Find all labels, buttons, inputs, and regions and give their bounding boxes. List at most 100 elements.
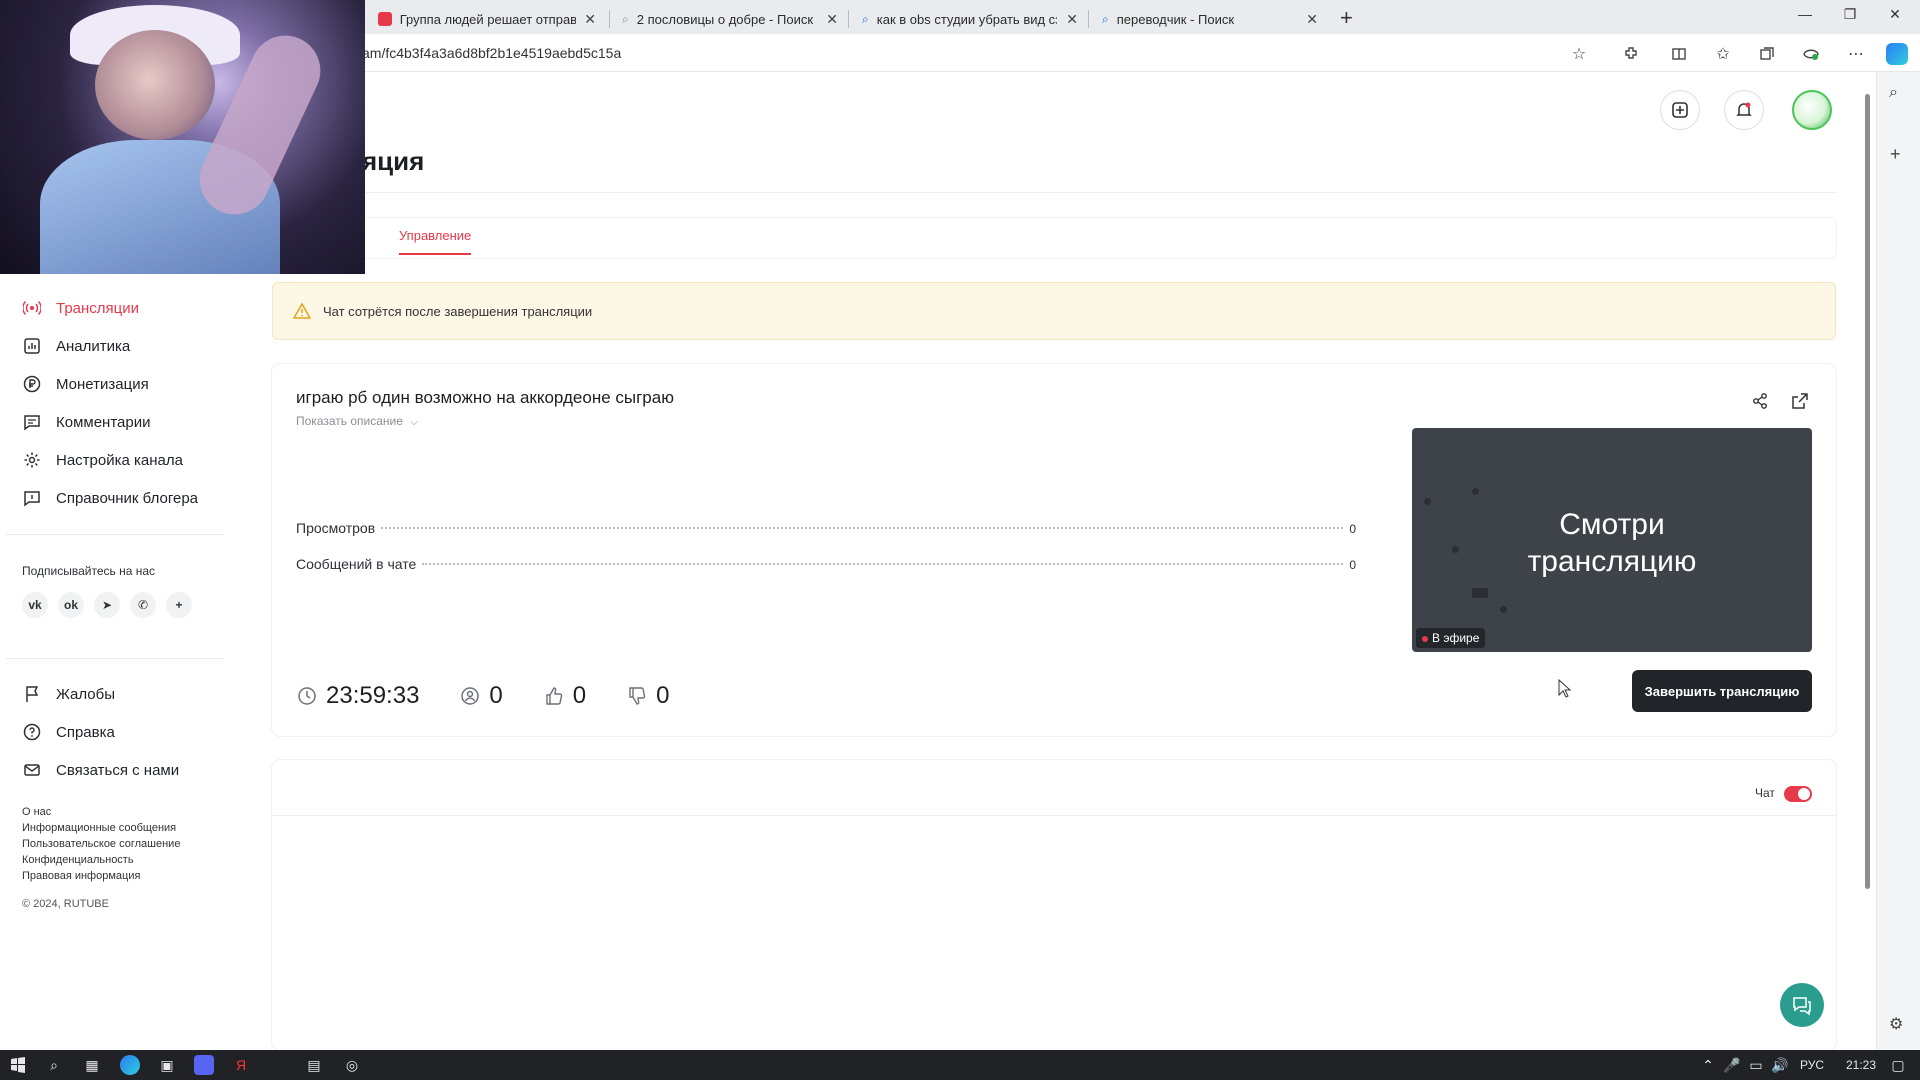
sidebar-item-label: Комментарии xyxy=(56,413,151,431)
search-icon[interactable]: ⌕ xyxy=(44,1055,64,1075)
sidebar-item-label: Справочник блогера xyxy=(56,489,199,507)
notifications-icon[interactable]: ▢ xyxy=(1888,1055,1908,1075)
sidebar-item-label: Аналитика xyxy=(56,337,131,355)
thumbs-down-icon xyxy=(626,685,648,707)
bell-icon xyxy=(1736,102,1752,116)
browser-tab[interactable]: Группа людей решает отправ ✕ xyxy=(368,4,606,34)
yandex-icon[interactable]: Я xyxy=(231,1055,251,1075)
tab-title: как в obs студии убрать вид сза xyxy=(876,11,1057,27)
settings-gear-icon[interactable]: ⚙ xyxy=(1889,1014,1903,1034)
show-description-link[interactable]: Показать описание ⌵ xyxy=(296,414,418,428)
search-icon: ⌕ xyxy=(622,11,629,26)
sidebar-item-comments[interactable]: Комментарии xyxy=(22,412,150,432)
new-tab-icon[interactable]: + xyxy=(1340,5,1353,31)
browser-tab[interactable]: ⌕ 2 пословицы о добре - Поиск ✕ xyxy=(612,4,848,34)
ruble-icon xyxy=(22,374,42,394)
obs-icon[interactable]: ◎ xyxy=(342,1055,362,1075)
chat-bubble-icon xyxy=(1793,997,1811,1016)
tab-title: переводчик - Поиск xyxy=(1116,11,1235,27)
sidebar-item-complaints[interactable]: Жалобы xyxy=(22,684,115,704)
info-icon xyxy=(22,488,42,508)
tab-management[interactable]: Управление xyxy=(399,228,472,255)
share-icon[interactable] xyxy=(1749,390,1771,412)
volume-icon[interactable]: 🔊 xyxy=(1770,1055,1790,1075)
vk-icon[interactable]: vk xyxy=(22,592,48,618)
sidebar-item-label: Связаться с нами xyxy=(56,761,180,779)
more-social-icon[interactable]: + xyxy=(166,592,192,618)
windows-start-icon[interactable] xyxy=(8,1055,28,1075)
sidebar-item-help[interactable]: Справка xyxy=(22,722,115,742)
minimize-icon[interactable]: — xyxy=(1785,6,1825,22)
sidebar-item-blogger-guide[interactable]: Справочник блогера xyxy=(22,488,198,508)
sidebar-item-channel-settings[interactable]: Настройка канала xyxy=(22,450,183,470)
notifications-button[interactable] xyxy=(1724,90,1764,130)
chat-card: Чат xyxy=(272,760,1836,1050)
tray-chevron-icon[interactable]: ⌃ xyxy=(1698,1055,1718,1075)
sidebar-item-monetization[interactable]: Монетизация xyxy=(22,374,149,394)
end-stream-button[interactable]: Завершить трансляцию xyxy=(1632,670,1812,712)
close-window-icon[interactable]: ✕ xyxy=(1875,6,1915,23)
page-scrollbar[interactable] xyxy=(1862,80,1872,1045)
plus-square-icon xyxy=(1672,102,1688,118)
edge-icon[interactable] xyxy=(120,1055,140,1075)
open-external-icon[interactable] xyxy=(1789,390,1811,412)
sidebar-item-broadcasts[interactable]: Трансляции xyxy=(22,298,139,318)
clock[interactable]: 21:23 xyxy=(1846,1058,1876,1072)
footer-link-privacy[interactable]: Конфиденциальность xyxy=(22,854,134,866)
extensions-icon[interactable] xyxy=(1620,43,1642,65)
viewers-metric: 0 xyxy=(459,682,503,710)
language-indicator[interactable]: РУС xyxy=(1800,1058,1824,1072)
page-title: яция xyxy=(362,146,425,176)
sidebar-item-contact[interactable]: Связаться с нами xyxy=(22,760,179,780)
discord-icon[interactable] xyxy=(194,1055,214,1075)
stream-title: играю рб один возможно на аккордеоне сыг… xyxy=(296,388,674,407)
explorer-icon[interactable]: ▣ xyxy=(157,1055,177,1075)
tabs-container: Управление xyxy=(272,218,1836,258)
sidebar-item-label: Справка xyxy=(56,723,115,741)
search-icon[interactable]: ⌕ xyxy=(1889,84,1898,102)
restore-icon[interactable]: ❐ xyxy=(1830,6,1870,23)
ok-icon[interactable]: ok xyxy=(58,592,84,618)
chart-icon xyxy=(22,336,42,356)
app-icon[interactable]: ▤ xyxy=(304,1055,324,1075)
footer-link-info[interactable]: Информационные сообщения xyxy=(22,822,176,834)
footer-link-about[interactable]: О нас xyxy=(22,806,51,818)
network-icon[interactable]: ▭ xyxy=(1746,1055,1766,1075)
stream-preview[interactable]: Смотри трансляцию В эфире xyxy=(1412,428,1812,652)
sidebar-item-label: Настройка канала xyxy=(56,451,183,469)
copilot-icon[interactable] xyxy=(1886,43,1908,65)
more-menu-icon[interactable]: ⋯ xyxy=(1845,43,1867,65)
microphone-icon[interactable]: 🎤 xyxy=(1722,1055,1742,1075)
star-icon[interactable]: ☆ xyxy=(1568,43,1590,65)
subscribe-label: Подписывайтесь на нас xyxy=(22,564,156,578)
sidebar-item-analytics[interactable]: Аналитика xyxy=(22,336,130,356)
browser-tab[interactable]: ⌕ как в obs студии убрать вид сза ✕ xyxy=(852,4,1088,34)
footer-link-agreement[interactable]: Пользовательское соглашение xyxy=(22,838,180,850)
task-view-icon[interactable]: ▦ xyxy=(82,1055,102,1075)
stream-card: играю рб один возможно на аккордеоне сыг… xyxy=(272,364,1836,736)
url-field[interactable]: am/fc4b3f4a3a6d8bf2b1e4519aebd5c15a xyxy=(362,45,621,61)
close-tab-icon[interactable]: ✕ xyxy=(584,11,596,28)
taskbar: ⌕ ▦ ▣ Я ▤ ◎ ⌃ 🎤 ▭ 🔊 РУС 21:23 ▢ xyxy=(0,1050,1920,1080)
collections-icon[interactable] xyxy=(1756,43,1778,65)
close-tab-icon[interactable]: ✕ xyxy=(1066,11,1078,28)
split-screen-icon[interactable] xyxy=(1668,43,1690,65)
preview-caption: Смотри трансляцию xyxy=(1412,506,1812,580)
close-tab-icon[interactable]: ✕ xyxy=(826,11,838,28)
sidebar-item-label: Жалобы xyxy=(56,685,115,703)
viber-icon[interactable]: ✆ xyxy=(130,592,156,618)
footer-link-legal[interactable]: Правовая информация xyxy=(22,870,140,882)
thumbs-up-icon xyxy=(543,685,565,707)
chat-toggle[interactable] xyxy=(1784,786,1812,802)
scrollbar-thumb[interactable] xyxy=(1865,94,1870,889)
close-tab-icon[interactable]: ✕ xyxy=(1306,11,1318,28)
avatar[interactable] xyxy=(1792,90,1832,130)
upload-button[interactable] xyxy=(1660,90,1700,130)
browser-essentials-icon[interactable] xyxy=(1800,43,1822,65)
add-icon[interactable]: + xyxy=(1890,144,1901,165)
favorites-icon[interactable]: ✩ xyxy=(1712,43,1734,65)
stat-views-row: Просмотров 0 xyxy=(296,520,1356,536)
support-chat-button[interactable] xyxy=(1780,983,1824,1027)
telegram-icon[interactable]: ➤ xyxy=(94,592,120,618)
browser-tab[interactable]: ⌕ переводчик - Поиск ✕ xyxy=(1092,4,1328,34)
